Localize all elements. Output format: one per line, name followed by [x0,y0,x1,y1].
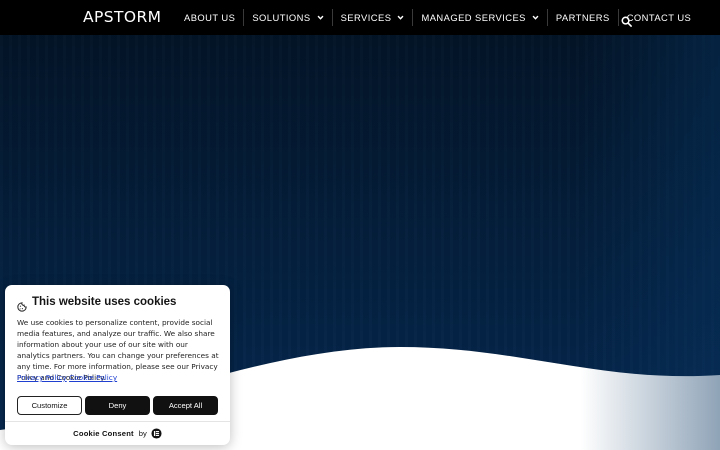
cookie-consent-brand: Cookie Consent [73,428,134,438]
apstorm-logo[interactable]: APSTORM [83,9,161,26]
site-header: APSTORM ABOUT US SOLUTIONS SERVICES MANA… [0,0,720,35]
cookie-consent-dialog: This website uses cookies We use cookies… [5,285,230,445]
accept-all-button[interactable]: Accept All [153,396,218,415]
cookie-header: This website uses cookies [17,296,177,312]
nav-partners[interactable]: PARTNERS [546,9,618,26]
cookie-footer-by: by [138,428,147,438]
chevron-down-icon [317,14,324,21]
nav-partners-label: PARTNERS [555,12,610,23]
chevron-down-icon [397,14,404,21]
nav-services-label: SERVICES [340,12,392,23]
cookie-policy-link[interactable]: Cookie Policy [69,373,117,382]
nav-solutions[interactable]: SOLUTIONS [243,9,331,26]
nav-managed-services-label: MANAGED SERVICES [421,12,526,23]
chevron-down-icon [532,14,539,21]
cookie-policy-links: Privacy Policy Cookie Policy [17,372,117,383]
customize-button[interactable]: Customize [17,396,82,415]
search-icon[interactable] [621,12,632,27]
nav-solutions-label: SOLUTIONS [252,12,311,23]
nav-services[interactable]: SERVICES [331,9,413,26]
deny-button[interactable]: Deny [85,396,150,415]
cookie-title: This website uses cookies [32,296,177,308]
nav-about-us-label: ABOUT US [184,12,236,23]
cookie-consent-logo-icon[interactable] [151,427,162,439]
cookie-divider [5,421,230,422]
cookie-footer: Cookie Consent by [5,427,230,439]
privacy-policy-link[interactable]: Privacy Policy [17,373,67,382]
nav-about-us[interactable]: ABOUT US [176,9,243,26]
cookie-icon [17,297,27,312]
nav-contact-us-label: CONTACT US [626,12,692,23]
nav-managed-services[interactable]: MANAGED SERVICES [412,9,546,26]
